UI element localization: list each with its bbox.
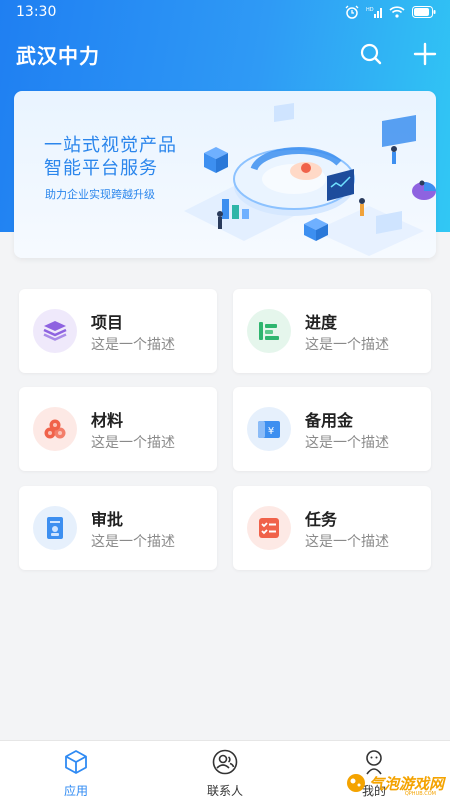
card-materials-icon-bg	[33, 407, 77, 451]
card-approval-icon-bg	[33, 506, 77, 550]
search-button[interactable]	[355, 38, 387, 70]
plus-icon	[413, 42, 437, 66]
status-time: 13:30	[16, 4, 57, 20]
card-project-icon-bg	[33, 309, 77, 353]
card-progress[interactable]: 进度 这是一个描述	[233, 289, 431, 373]
tab-apps[interactable]: 应用	[36, 748, 116, 799]
card-reserve-fund[interactable]: ¥ 备用金 这是一个描述	[233, 387, 431, 471]
contacts-icon	[212, 749, 238, 775]
reserve-fund-icon: ¥	[258, 421, 280, 438]
card-reserve-fund-icon-bg: ¥	[247, 407, 291, 451]
card-title: 材料	[91, 411, 124, 430]
promo-banner[interactable]: 一站式视觉产品 智能平台服务 助力企业实现跨越升级	[14, 91, 436, 258]
layers-icon	[43, 321, 67, 341]
card-title: 备用金	[305, 411, 354, 430]
svg-text:¥: ¥	[268, 426, 274, 437]
bubble-logo-icon	[346, 774, 365, 792]
tab-apps-label: 应用	[63, 784, 88, 798]
task-icon	[259, 518, 279, 538]
card-desc: 这是一个描述	[305, 435, 389, 451]
signal-icon: HD	[366, 7, 382, 18]
alarm-icon	[345, 5, 359, 19]
app-title: 武汉中力	[16, 44, 100, 68]
card-desc: 这是一个描述	[305, 337, 389, 353]
tab-contacts[interactable]: 联系人	[185, 748, 265, 799]
watermark-sub: QPHUB.COM	[404, 791, 436, 797]
card-progress-icon-bg	[247, 309, 291, 353]
card-desc: 这是一个描述	[305, 534, 389, 550]
status-bar: 13:30 HD	[0, 0, 450, 26]
card-approval[interactable]: 审批 这是一个描述	[19, 486, 217, 570]
card-title: 进度	[305, 313, 338, 332]
approval-icon	[47, 517, 63, 539]
card-desc: 这是一个描述	[91, 337, 175, 353]
card-desc: 这是一个描述	[91, 534, 175, 550]
card-task-icon-bg	[247, 506, 291, 550]
watermark: 气泡游戏网 QPHUB.COM	[345, 772, 444, 797]
materials-icon	[44, 419, 66, 439]
add-button[interactable]	[409, 38, 441, 70]
search-icon	[360, 43, 382, 65]
cube-icon	[65, 750, 87, 774]
card-desc: 这是一个描述	[91, 435, 175, 451]
progress-icon	[259, 322, 279, 340]
card-task[interactable]: 任务 这是一个描述	[233, 486, 431, 570]
battery-icon	[412, 6, 436, 18]
app-bar: 武汉中力	[0, 26, 450, 82]
card-title: 项目	[91, 313, 124, 332]
card-project[interactable]: 项目 这是一个描述	[19, 289, 217, 373]
tab-contacts-label: 联系人	[206, 784, 243, 798]
status-icons: HD	[345, 5, 436, 19]
banner-subtitle: 助力企业实现跨越升级	[45, 188, 155, 201]
card-materials[interactable]: 材料 这是一个描述	[19, 387, 217, 471]
isometric-platform-illustration	[184, 103, 436, 256]
svg-text:HD: HD	[366, 7, 374, 13]
card-title: 任务	[305, 510, 338, 529]
card-title: 审批	[91, 510, 124, 529]
wifi-icon	[389, 6, 405, 18]
